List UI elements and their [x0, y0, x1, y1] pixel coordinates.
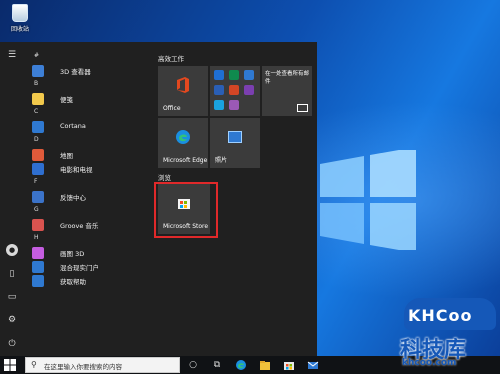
section-header[interactable]: H — [24, 232, 150, 246]
mail-envelope-icon — [297, 104, 308, 112]
paint-3d-icon — [32, 247, 44, 259]
office-icon — [177, 77, 189, 93]
app-name: 画图 3D — [60, 250, 85, 258]
app-name: 便笺 — [60, 96, 73, 104]
tile-photos-label: 照片 — [215, 157, 228, 164]
mail-taskbar-icon[interactable] — [307, 359, 319, 371]
section-header-letter: C — [34, 108, 39, 115]
feedback-icon — [32, 191, 44, 203]
tile-mail-text: 在一处查看所有邮件 — [265, 71, 310, 85]
app-list-item[interactable]: Groove 音乐 — [24, 218, 150, 232]
app-list-item[interactable]: 地图 — [24, 148, 150, 162]
section-header[interactable]: C — [24, 106, 150, 120]
windows-start-button-icon[interactable] — [4, 359, 16, 371]
section-header[interactable]: B — [24, 78, 150, 92]
powerpoint-icon — [229, 85, 239, 95]
outlook-icon — [214, 85, 224, 95]
tile-office[interactable]: Office — [158, 66, 208, 116]
group-title-productivity: 高效工作 — [158, 55, 184, 63]
teams-icon — [229, 100, 239, 110]
app-list-item[interactable]: 混合现实门户 — [24, 260, 150, 274]
app-name: 3D 查看器 — [60, 68, 91, 76]
app-name: Groove 音乐 — [60, 222, 99, 230]
pictures-icon[interactable]: ▭ — [6, 291, 18, 303]
help-icon — [32, 275, 44, 287]
recycle-bin-icon — [12, 4, 28, 22]
highlight-box — [154, 182, 218, 238]
windows-logo-wallpaper — [320, 150, 416, 250]
sticky-notes-icon — [32, 93, 44, 105]
app-name: 电影和电视 — [60, 166, 93, 174]
app-name: 混合现实门户 — [60, 264, 99, 272]
cortana-icon — [32, 121, 44, 133]
app-list: #3D 查看器 B 便笺 C Cortana D 地图电影和电视 F 反馈中心 G Groove 音… — [24, 50, 150, 288]
start-left-rail: ☰ ● ▯ ▭ ⚙ ⏻ — [0, 42, 24, 356]
section-header-letter: D — [34, 136, 39, 143]
task-view-icon[interactable]: ⧉ — [211, 359, 223, 371]
group-title-browse: 浏览 — [158, 174, 171, 182]
section-header[interactable]: D — [24, 134, 150, 148]
mixed-reality-icon — [32, 261, 44, 273]
file-explorer-icon[interactable] — [259, 359, 271, 371]
tile-edge[interactable]: Microsoft Edge — [158, 118, 208, 168]
section-header[interactable]: G — [24, 204, 150, 218]
tile-edge-label: Microsoft Edge — [163, 157, 208, 164]
section-header-letter: F — [34, 178, 38, 185]
cortana-circle-icon[interactable]: ○ — [187, 359, 199, 371]
search-placeholder: 在这里输入你要搜索的内容 — [44, 363, 122, 371]
film-icon — [32, 163, 44, 175]
tile-app-folder[interactable] — [210, 66, 260, 116]
section-header-letter: B — [34, 80, 39, 87]
recycle-bin[interactable]: 回收站 — [8, 4, 32, 33]
excel-icon — [229, 70, 239, 80]
edge-taskbar-icon[interactable] — [235, 359, 247, 371]
tile-mail[interactable]: 在一处查看所有邮件 — [262, 66, 312, 116]
taskbar-search-box[interactable]: ⚲ 在这里输入你要搜索的内容 — [25, 357, 180, 373]
edge-icon — [176, 130, 190, 144]
hamburger-menu-icon[interactable]: ☰ — [6, 49, 18, 61]
section-header-letter: # — [34, 52, 40, 59]
section-header[interactable]: # — [24, 50, 150, 64]
app-list-item[interactable]: 便笺 — [24, 92, 150, 106]
onedrive-icon — [244, 70, 254, 80]
settings-gear-icon[interactable]: ⚙ — [6, 314, 18, 326]
tile-office-label: Office — [163, 105, 181, 112]
app-list-item[interactable]: 获取帮助 — [24, 274, 150, 288]
word-icon — [214, 70, 224, 80]
skype-icon — [214, 100, 224, 110]
tile-photos[interactable]: 照片 — [210, 118, 260, 168]
app-list-item[interactable]: 电影和电视 — [24, 162, 150, 176]
search-icon: ⚲ — [31, 360, 37, 369]
watermark: KHCoo 科技库 khcoo.com — [392, 298, 496, 372]
app-name: 反馈中心 — [60, 194, 86, 202]
app-list-item[interactable]: 反馈中心 — [24, 190, 150, 204]
recycle-bin-label: 回收站 — [10, 26, 29, 33]
watermark-en: KHCoo — [408, 306, 473, 325]
app-name: 获取帮助 — [60, 278, 86, 286]
app-list-item[interactable]: 画图 3D — [24, 246, 150, 260]
section-header[interactable]: F — [24, 176, 150, 190]
app-list-item[interactable]: 3D 查看器 — [24, 64, 150, 78]
app-list-item[interactable]: Cortana — [24, 120, 150, 134]
documents-icon[interactable]: ▯ — [6, 268, 18, 280]
section-header-letter: H — [34, 234, 39, 241]
cube-icon — [32, 65, 44, 77]
app-name: 地图 — [60, 152, 73, 160]
app-name: Cortana — [60, 122, 86, 130]
user-avatar-icon[interactable]: ● — [6, 244, 18, 256]
map-pin-icon — [32, 149, 44, 161]
onenote-icon — [244, 85, 254, 95]
section-header-letter: G — [34, 206, 39, 213]
music-disc-icon — [32, 219, 44, 231]
photos-icon — [228, 131, 242, 143]
store-taskbar-icon[interactable] — [283, 359, 295, 371]
power-icon[interactable]: ⏻ — [6, 338, 18, 350]
watermark-url: khcoo.com — [402, 358, 457, 368]
